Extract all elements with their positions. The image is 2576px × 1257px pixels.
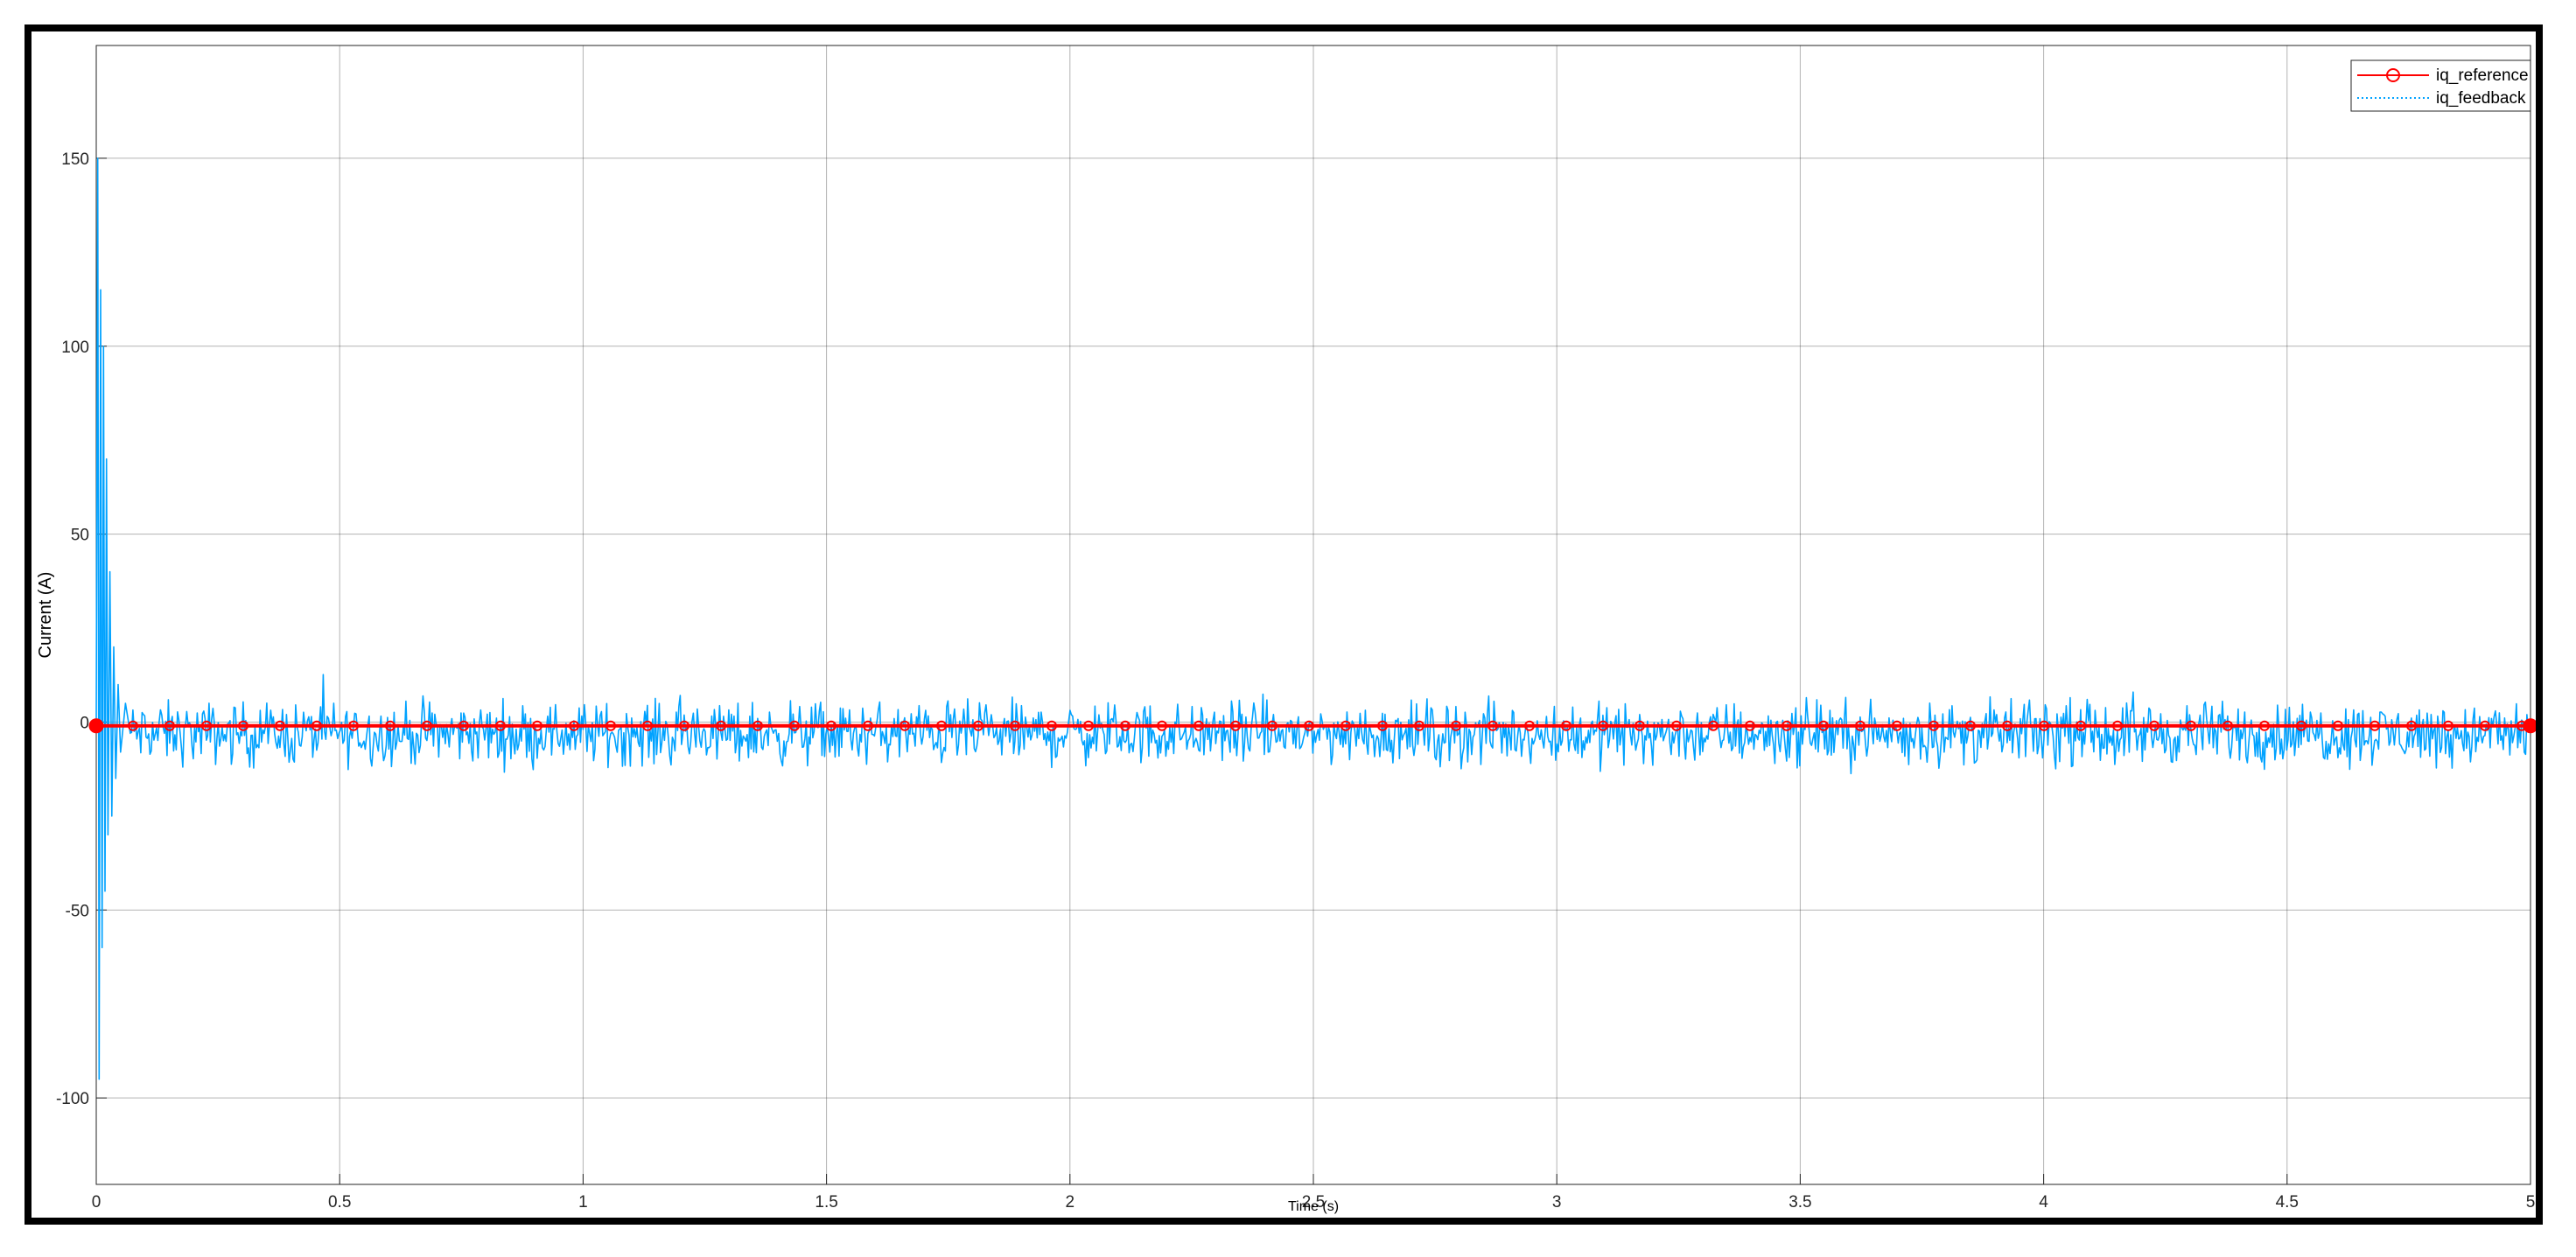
x-tick-label: 1.5 <box>815 1193 837 1212</box>
iq-reference-marker-end <box>2523 718 2536 734</box>
y-tick-label: -100 <box>56 1090 89 1108</box>
y-tick-label: 100 <box>61 339 89 357</box>
y-tick-label: 50 <box>71 527 89 545</box>
legend: iq_reference iq_feedback <box>2350 59 2531 112</box>
y-tick-label: 150 <box>61 150 89 169</box>
x-tick-label: 3 <box>1552 1193 1562 1212</box>
x-tick-label: 5 <box>2526 1193 2536 1212</box>
x-tick-label: 4 <box>2039 1193 2048 1212</box>
x-tick-label: 4.5 <box>2276 1193 2299 1212</box>
legend-label-iq-reference: iq_reference <box>2436 66 2529 85</box>
y-tick-label: -50 <box>66 902 89 920</box>
x-tick-label: 3.5 <box>1788 1193 1811 1212</box>
y-tick-label: 0 <box>80 714 89 732</box>
x-tick-label: 1 <box>578 1193 588 1212</box>
x-tick-label: 2 <box>1066 1193 1075 1212</box>
y-axis-label: Current (A) <box>36 572 55 659</box>
chart: 0 0.5 1 1.5 2 2.5 3 3.5 4 4.5 5 -100-50050100150 T… <box>36 45 2536 1214</box>
iq-reference-marker-start <box>88 718 104 734</box>
x-axis-label: Time (s) <box>1288 1199 1339 1214</box>
legend-label-iq-feedback: iq_feedback <box>2436 89 2526 108</box>
x-tick-label: 0.5 <box>328 1193 351 1212</box>
x-tick-label: 0 <box>92 1193 102 1212</box>
figure-frame: 0 0.5 1 1.5 2 2.5 3 3.5 4 4.5 5 -100 -50 0 50 100 150 T… <box>24 24 2543 1225</box>
